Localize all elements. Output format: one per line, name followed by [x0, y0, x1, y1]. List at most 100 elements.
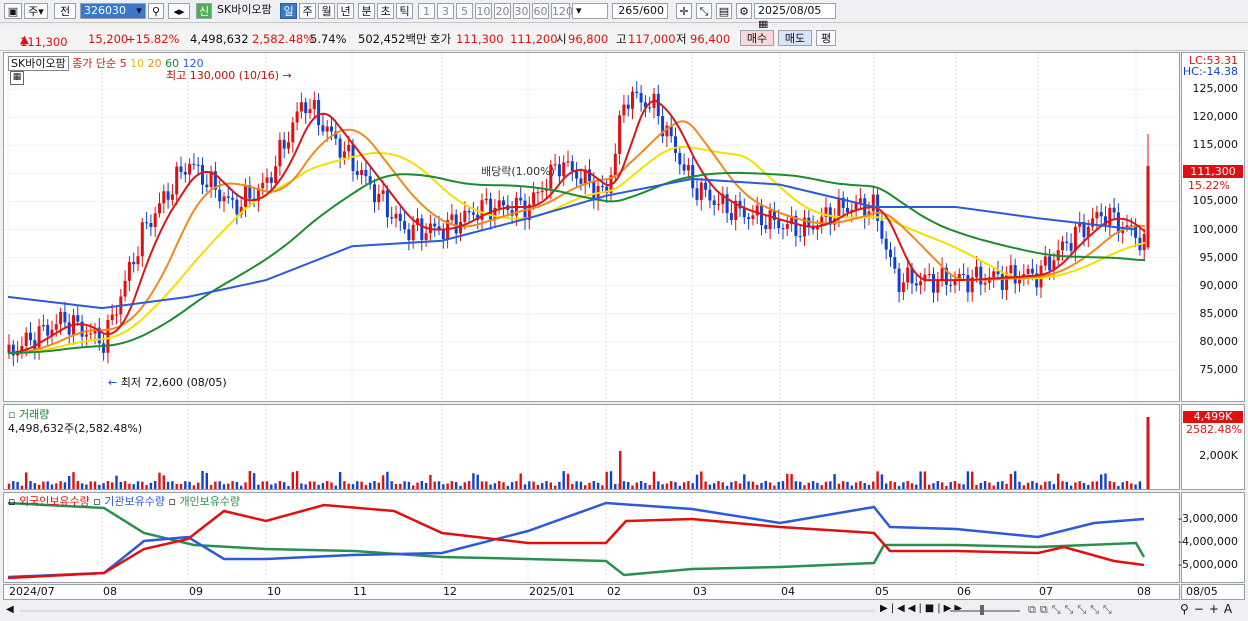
period-minute-button[interactable]: 분 [358, 3, 375, 19]
candle-body [7, 344, 11, 354]
interval-3-button[interactable]: 3 [437, 3, 454, 19]
volume-bar [1121, 482, 1124, 489]
volume-bar [386, 471, 389, 489]
interval-120-button[interactable]: 120 [551, 3, 573, 19]
volume-bar [1018, 481, 1021, 489]
scrollbar-track[interactable] [20, 610, 875, 612]
candle-body [394, 213, 398, 219]
volume-bar [171, 481, 174, 489]
candle-body [63, 311, 67, 323]
volume-bar [1001, 481, 1004, 489]
period-month-button[interactable]: 월 [318, 3, 335, 19]
candle-body [953, 280, 957, 286]
volume-panel[interactable]: ▫ 거래량 4,498,632주(2,582.48%) [3, 404, 1180, 490]
candle-body [381, 190, 385, 194]
candle-body [398, 213, 402, 222]
price-y-tick: 115,000 [1192, 138, 1239, 152]
interval-60-button[interactable]: 60 [532, 3, 549, 19]
table-icon[interactable]: ▦ [10, 71, 24, 85]
period-second-button[interactable]: 초 [377, 3, 394, 19]
save-icon[interactable]: ▤ [716, 3, 732, 19]
volume-bar [923, 471, 927, 489]
eval-button[interactable]: 평 [816, 30, 836, 46]
volume-bar [158, 472, 161, 489]
volume-bar [291, 472, 294, 489]
candle-body [626, 104, 630, 109]
x-tick-label: 08 [103, 585, 117, 598]
period-day-button[interactable]: 일 [280, 3, 297, 19]
holdings-panel[interactable]: ▫ 외국인보유수량 ▫ 기관보유수량 ▫ 개인보유수량 [3, 492, 1180, 583]
buy-button[interactable]: 매수 [740, 30, 774, 46]
period-tick-button[interactable]: 틱 [396, 3, 413, 19]
candle-body [140, 222, 144, 257]
interval-20-button[interactable]: 20 [494, 3, 511, 19]
volume-bar [338, 471, 342, 489]
chevron-down-icon[interactable]: ▾ [132, 3, 146, 19]
volume-bar [145, 485, 148, 489]
candle-body [519, 197, 523, 201]
candle-body [674, 136, 677, 153]
volume-spike-bar [619, 451, 622, 489]
volume-bar [988, 482, 991, 489]
sell-button[interactable]: 매도 [778, 30, 812, 46]
speaker-icon[interactable]: ◂▸ [168, 3, 190, 19]
volume-bar [287, 485, 290, 489]
volume-bar [867, 484, 871, 489]
candle-body [424, 233, 428, 240]
interval-10-button[interactable]: 10 [475, 3, 492, 19]
prev-button[interactable]: 전 [54, 3, 76, 19]
zoom-icon[interactable]: ⤡ [696, 3, 712, 19]
volume-bar [1065, 481, 1068, 489]
volume-bar [609, 471, 613, 489]
candle-body [1030, 268, 1034, 274]
period-select[interactable]: 주▾ [24, 3, 48, 19]
crosshair-icon[interactable]: ✛ [676, 3, 692, 19]
period-year-button[interactable]: 년 [337, 3, 354, 19]
volume-bar [889, 481, 892, 489]
gear-icon[interactable]: ⚙ [736, 3, 752, 19]
price-chart-panel[interactable]: SK바이오팜 종가 단순 5 10 20 60 120 ▦ 최고 130,000… [3, 52, 1180, 402]
volume-bar [631, 485, 634, 489]
candle-body [110, 314, 114, 320]
zoom-slider[interactable] [950, 603, 1020, 617]
candle-body [463, 210, 467, 222]
candle-body [1095, 212, 1099, 219]
period-week-button[interactable]: 주 [299, 3, 316, 19]
volume-bar [7, 483, 11, 489]
volume-bar [498, 481, 501, 489]
volume-bar [579, 481, 583, 489]
zoom-controls[interactable]: ⚲−+A [1180, 602, 1237, 616]
volume-bar [1104, 473, 1107, 489]
volume-bar [627, 481, 630, 489]
count-field[interactable]: 265/600 [612, 3, 668, 19]
candle-body [1112, 207, 1116, 213]
candle-body [532, 192, 536, 205]
volume-bar [945, 485, 948, 489]
interval-1-button[interactable]: 1 [418, 3, 435, 19]
candle-body [175, 166, 179, 195]
candle-body [562, 162, 566, 177]
volume-bar [433, 481, 436, 489]
volume-bar [201, 471, 204, 489]
interval-select[interactable]: ▾ [572, 3, 608, 19]
volume-bar [940, 482, 944, 489]
volume-bar [566, 473, 570, 489]
candle-body [1065, 241, 1069, 244]
search-icon[interactable]: ⚲ [148, 3, 164, 19]
volume-bar [558, 481, 561, 489]
volume-bar [85, 484, 88, 489]
interval-30-button[interactable]: 30 [513, 3, 530, 19]
window-icon[interactable]: ▣ [4, 3, 22, 19]
volume-bar [111, 482, 114, 489]
volume-bar [1082, 483, 1086, 489]
candle-body [1116, 212, 1120, 234]
scroll-left-icon[interactable]: ◀ [6, 604, 14, 615]
candle-body [373, 184, 376, 203]
interval-5-button[interactable]: 5 [456, 3, 473, 19]
candle-body [269, 177, 273, 183]
volume-bar [876, 471, 879, 489]
chart-tool-icons[interactable]: ⧉⧉⤡⤡⤡⤡⤡ [1028, 603, 1116, 617]
candle-body [760, 205, 763, 226]
new-button[interactable]: 신 [196, 3, 212, 19]
date-input[interactable]: 2025/08/05 ▦ [754, 3, 836, 31]
